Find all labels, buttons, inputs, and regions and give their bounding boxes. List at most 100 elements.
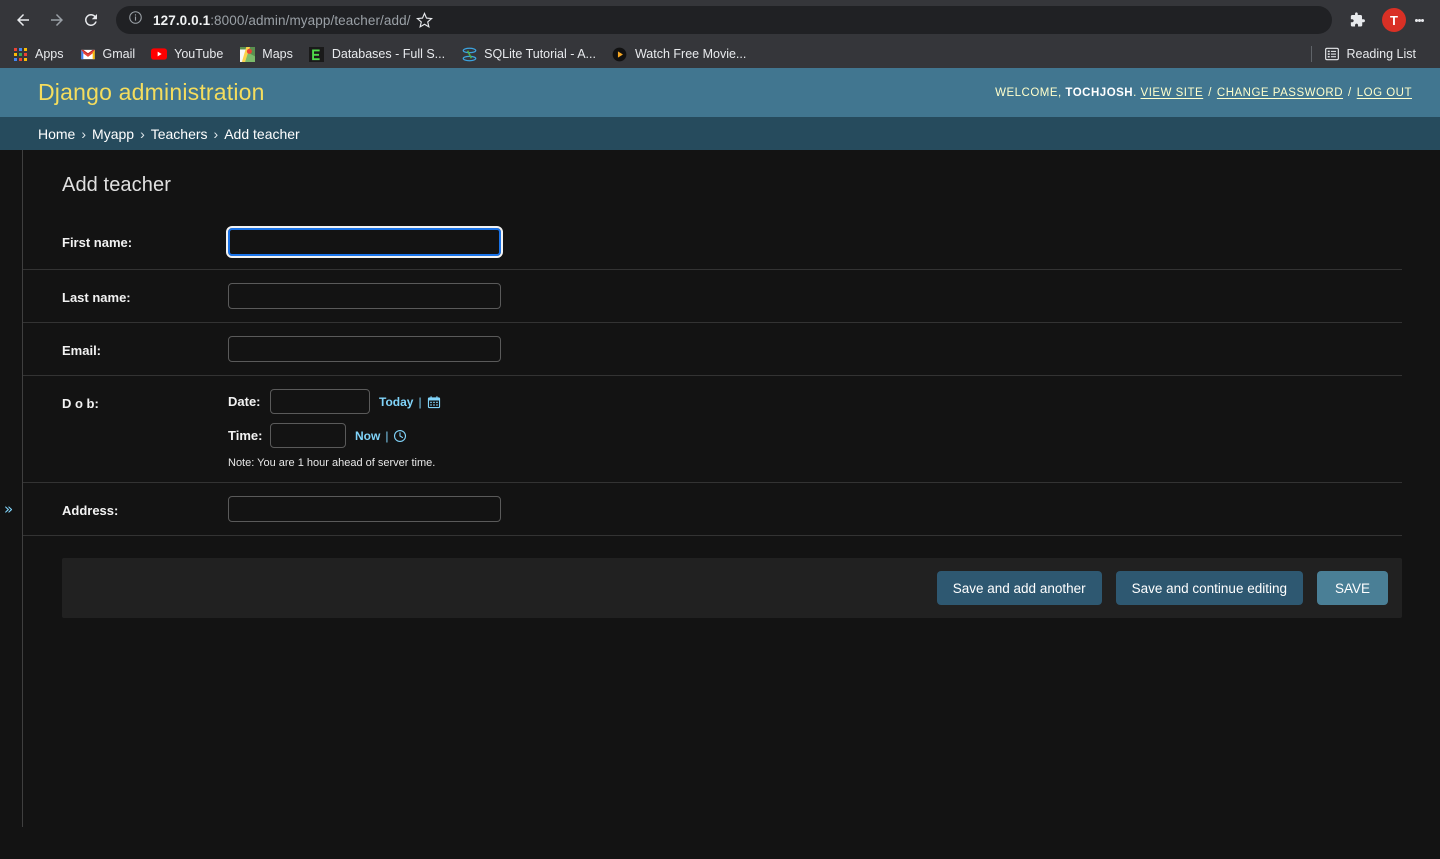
puzzle-piece-icon[interactable] [1342,5,1372,35]
bookmark-databases[interactable]: Databases - Full S... [307,42,453,66]
dob-time-input[interactable] [270,423,346,448]
play-circle-icon [612,46,628,62]
sqlite-icon [461,46,477,62]
address-field-wrapper [228,496,1402,522]
save-button[interactable]: SAVE [1316,571,1388,605]
breadcrumb-item-current: Add teacher [224,125,300,142]
content-container: » Add teacher First name: Last name: Ema… [0,150,1440,827]
dob-date-input[interactable] [270,389,370,414]
dob-help-note: Note: You are 1 hour ahead of server tim… [228,457,436,469]
now-link[interactable]: Now [355,429,380,443]
welcome-prefix: WELCOME, [995,86,1062,99]
sidebar-rail: » [0,150,23,827]
dob-date-row: Date: Today | [228,389,1402,414]
breadcrumb: Home › Myapp › Teachers › Add teacher [0,117,1440,150]
time-shortcuts: Now | [355,429,407,443]
browser-chrome: 127.0.0.1:8000/admin/myapp/teacher/add/ … [0,0,1440,68]
url-text: 127.0.0.1:8000/admin/myapp/teacher/add/ [153,13,411,28]
site-info-icon[interactable] [128,10,143,30]
reload-button[interactable] [76,5,106,35]
breadcrumb-separator: › [140,125,145,142]
bookmark-label: Watch Free Movie... [634,47,747,61]
double-chevron-right-icon[interactable]: » [4,502,13,517]
today-link[interactable]: Today [379,395,413,409]
form-row-email: Email: [23,323,1402,376]
separator: / [1348,86,1352,99]
form-row-last-name: Last name: [23,270,1402,323]
gmail-icon [80,46,96,62]
view-site-link[interactable]: VIEW SITE [1141,87,1204,99]
address-label: Address: [62,503,119,518]
bookmark-watch-free-movies[interactable]: Watch Free Movie... [610,42,754,66]
calendar-icon[interactable] [427,395,441,409]
dob-time-row: Time: Now | [228,423,1402,448]
address-bar[interactable]: 127.0.0.1:8000/admin/myapp/teacher/add/ [116,6,1332,34]
last-name-input[interactable] [228,283,501,309]
reading-list-section: Reading List [1301,42,1431,66]
reading-list-button[interactable]: Reading List [1322,42,1425,66]
breadcrumb-separator: › [213,125,219,142]
django-admin-page: Django administration WELCOME, TOCHJOSH … [0,68,1440,827]
first-name-input[interactable] [226,226,503,258]
bookmark-label: YouTube [174,47,224,61]
save-and-add-another-button[interactable]: Save and add another [936,571,1102,605]
email-label: Email: [62,343,102,358]
form-row-address: Address: [23,483,1402,536]
first-name-label: First name: [62,235,133,250]
log-out-link[interactable]: LOG OUT [1357,87,1412,99]
bookmark-label: Gmail [102,47,136,61]
browser-toolbar: 127.0.0.1:8000/admin/myapp/teacher/add/ … [0,0,1440,40]
add-teacher-form: First name: Last name: Email: D o b: Dat… [23,215,1440,618]
form-module: First name: Last name: Email: D o b: Dat… [23,215,1440,536]
main-content: Add teacher First name: Last name: Email… [23,150,1440,827]
url-host: 127.0.0.1 [153,12,211,28]
pipe-separator: | [418,394,422,409]
site-branding[interactable]: Django administration [38,79,265,106]
user-tools: WELCOME, TOCHJOSH . VIEW SITE / CHANGE P… [995,87,1412,99]
page-title: Add teacher [62,174,171,196]
time-label: Time: [228,428,263,443]
breadcrumb-item-myapp[interactable]: Myapp [92,126,134,142]
change-password-link[interactable]: CHANGE PASSWORD [1217,87,1343,99]
separator: / [1208,86,1212,99]
apps-grid-icon [12,46,28,62]
three-dot-menu-icon[interactable] [1406,5,1432,35]
breadcrumb-separator: › [81,125,87,142]
bookmark-sqlite[interactable]: SQLite Tutorial - A... [459,42,604,66]
reading-list-icon [1324,46,1340,62]
url-path: :8000/admin/myapp/teacher/add/ [210,12,411,28]
clock-icon[interactable] [393,429,407,443]
email-field-wrapper [228,336,1402,362]
star-icon[interactable] [411,6,439,34]
dob-label: D o b: [62,396,99,411]
admin-header: Django administration WELCOME, TOCHJOSH … [0,68,1440,117]
dob-field-wrapper: Date: Today | Time: Now | Note: You are … [228,389,1402,469]
databases-favicon [309,46,325,62]
reading-list-label: Reading List [1346,47,1417,61]
breadcrumb-item-home[interactable]: Home [38,126,75,142]
bookmark-apps[interactable]: Apps [10,42,72,66]
form-row-first-name: First name: [23,215,1402,270]
breadcrumb-item-teachers[interactable]: Teachers [151,126,208,142]
address-input[interactable] [228,496,501,522]
back-button[interactable] [8,5,38,35]
bookmark-label: SQLite Tutorial - A... [484,47,596,61]
forward-button[interactable] [42,5,72,35]
bookmarks-bar: Apps Gmail YouTube Maps Databases - Full [0,40,1440,68]
last-name-label: Last name: [62,290,131,305]
date-label: Date: [228,394,261,409]
username: TOCHJOSH [1065,86,1134,99]
form-row-dob: D o b: Date: Today | Time: Now | Note: Y… [23,376,1402,483]
save-and-continue-editing-button[interactable]: Save and continue editing [1115,571,1303,605]
youtube-icon [151,46,168,62]
bookmark-maps[interactable]: Maps [237,42,301,66]
submit-row: Save and add another Save and continue e… [62,558,1402,618]
divider [1310,46,1312,62]
google-maps-icon [239,46,255,62]
avatar[interactable]: T [1382,8,1406,32]
bookmark-gmail[interactable]: Gmail [78,42,144,66]
first-name-field-wrapper [226,226,1402,258]
email-field[interactable] [228,336,501,362]
bookmark-label: Databases - Full S... [331,47,446,61]
bookmark-youtube[interactable]: YouTube [149,42,231,66]
